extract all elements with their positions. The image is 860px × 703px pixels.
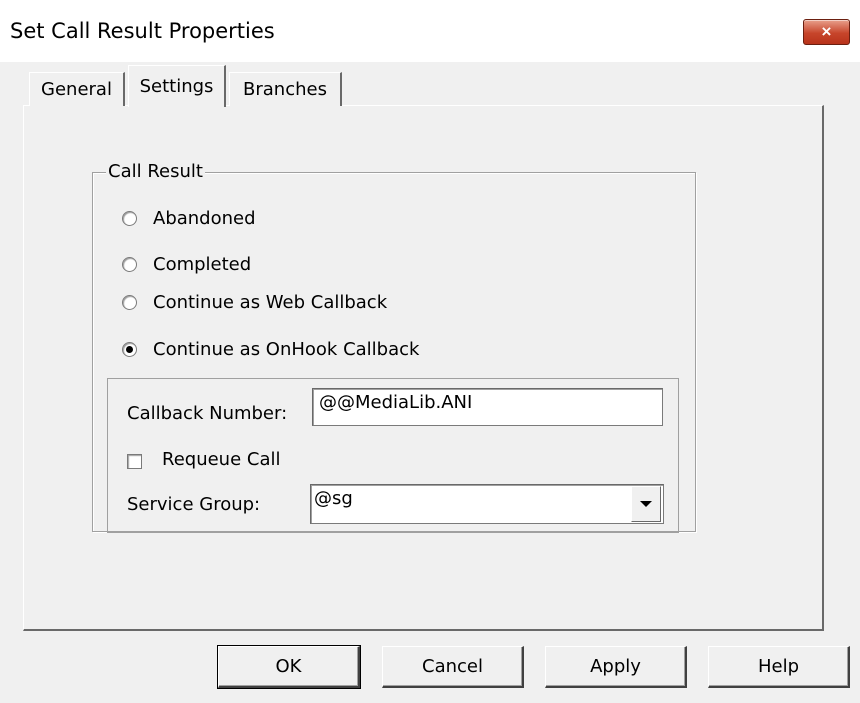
tab-general[interactable]: General <box>29 72 125 106</box>
chevron-down-icon <box>640 501 652 507</box>
radio-label: Continue as OnHook Callback <box>153 339 420 360</box>
call-result-legend: Call Result <box>106 161 205 182</box>
radio-completed[interactable]: Completed <box>122 254 251 275</box>
radio-abandoned[interactable]: Abandoned <box>122 208 256 229</box>
close-icon: × <box>821 22 832 41</box>
radio-label: Abandoned <box>153 208 256 229</box>
title-bar: Set Call Result Properties × <box>0 0 860 62</box>
window-title: Set Call Result Properties <box>10 19 275 43</box>
radio-button[interactable] <box>122 257 137 272</box>
cancel-button[interactable]: Cancel <box>382 646 524 688</box>
radio-button-selected[interactable] <box>122 342 137 357</box>
radio-button[interactable] <box>122 211 137 226</box>
service-group-label: Service Group: <box>127 494 261 515</box>
close-button[interactable]: × <box>803 19 850 45</box>
radio-label: Completed <box>153 254 252 275</box>
service-group-dropdown-button[interactable] <box>631 486 661 522</box>
radio-onhook-callback[interactable]: Continue as OnHook Callback <box>122 339 419 360</box>
radio-label: Continue as Web Callback <box>153 292 388 313</box>
callback-number-label: Callback Number: <box>127 403 288 424</box>
service-group-select[interactable]: @sg <box>310 484 664 524</box>
requeue-call-label: Requeue Call <box>162 449 281 470</box>
requeue-call-checkbox[interactable] <box>127 454 142 469</box>
ok-button[interactable]: OK <box>217 645 361 689</box>
apply-button[interactable]: Apply <box>545 646 687 688</box>
tab-branches[interactable]: Branches <box>229 72 342 106</box>
callback-number-input[interactable]: @@MediaLib.ANI <box>312 388 663 426</box>
radio-button[interactable] <box>122 295 137 310</box>
radio-web-callback[interactable]: Continue as Web Callback <box>122 292 387 313</box>
help-button[interactable]: Help <box>708 646 850 688</box>
tab-settings[interactable]: Settings <box>128 65 226 107</box>
